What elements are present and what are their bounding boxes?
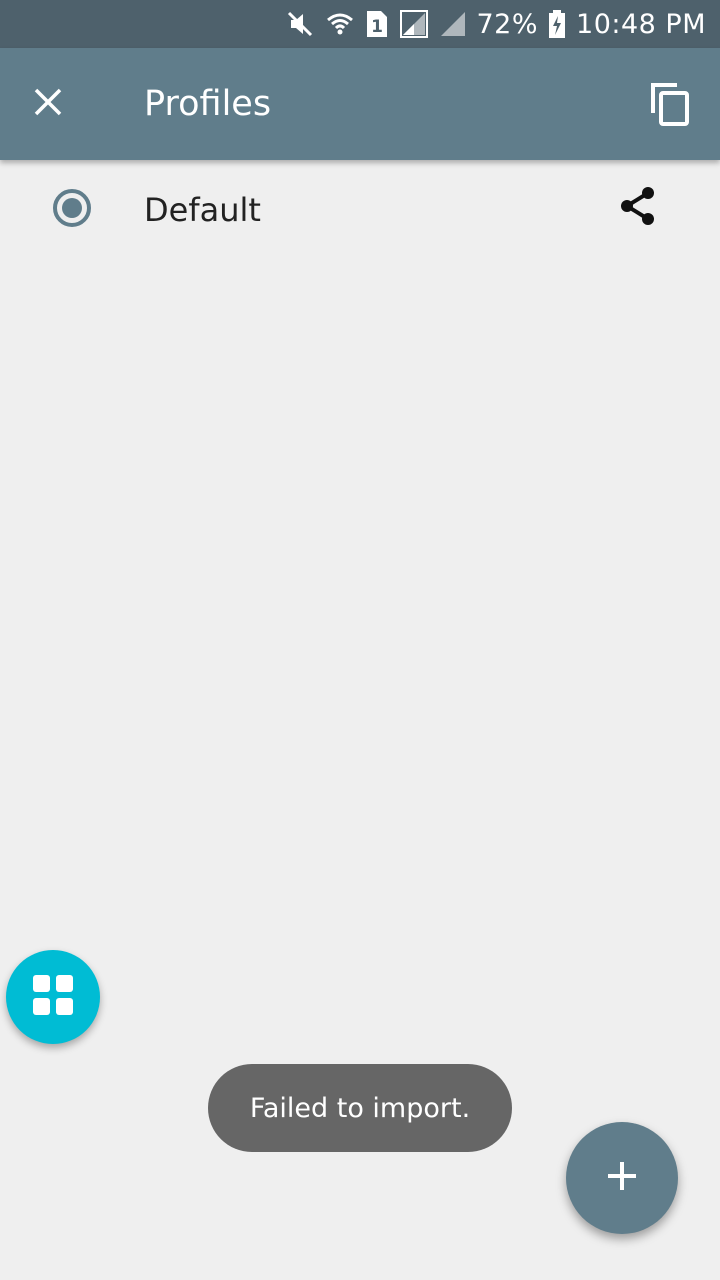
- radio-selected-icon[interactable]: [52, 188, 92, 228]
- app-bar: Profiles: [0, 48, 720, 160]
- copy-button[interactable]: [640, 76, 700, 136]
- grid-icon: [32, 974, 74, 1020]
- profile-list: Default: [0, 160, 720, 260]
- wifi-icon: [325, 9, 355, 39]
- battery-charging-icon: [548, 9, 566, 39]
- add-icon: [605, 1159, 639, 1197]
- add-profile-button[interactable]: [566, 1122, 678, 1234]
- svg-text:1: 1: [371, 17, 383, 37]
- profile-name: Default: [144, 191, 261, 229]
- page-title: Profiles: [144, 84, 272, 124]
- signal-icon: [439, 9, 467, 39]
- toast-message: Failed to import.: [208, 1064, 512, 1152]
- sim-1-icon: 1: [365, 9, 389, 39]
- status-bar: 1 72% 10:48 PM: [0, 0, 720, 48]
- share-button[interactable]: [612, 182, 664, 234]
- battery-percent: 72%: [476, 8, 539, 40]
- copy-icon: [649, 81, 691, 131]
- clock: 10:48 PM: [576, 8, 706, 40]
- close-button[interactable]: [18, 74, 78, 134]
- mute-icon: [285, 9, 315, 39]
- status-icons: 1 72% 10:48 PM: [285, 0, 707, 48]
- apps-grid-button[interactable]: [6, 950, 100, 1044]
- profile-row-default[interactable]: Default: [0, 160, 720, 260]
- profiles-screen: 1 72% 10:48 PM Profiles Default Failed t…: [0, 0, 720, 1280]
- share-icon: [618, 185, 658, 231]
- signal-icon: [399, 9, 429, 39]
- close-icon: [32, 86, 64, 122]
